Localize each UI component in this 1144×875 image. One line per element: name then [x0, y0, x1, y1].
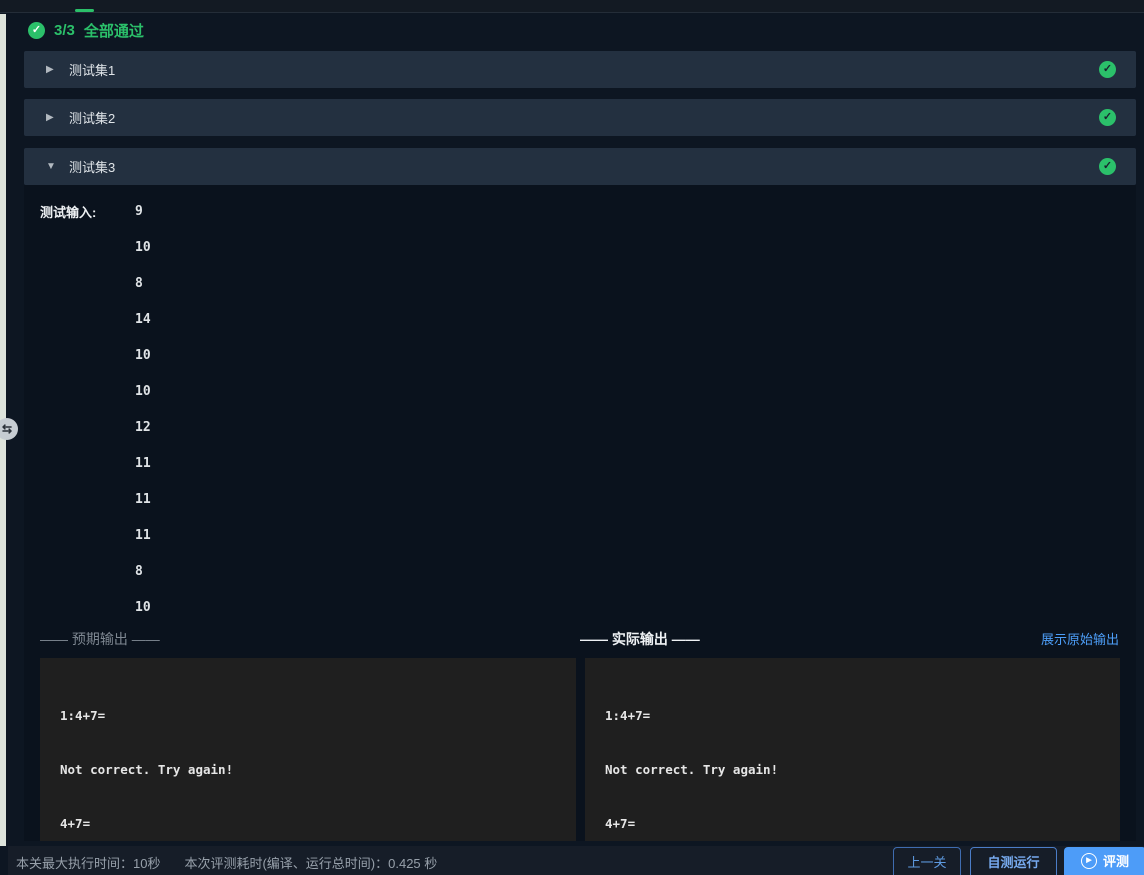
- input-value: 10: [135, 384, 151, 399]
- evaluate-button-label: 评测: [1102, 854, 1129, 869]
- evaluate-button[interactable]: ▶ 评测: [1064, 847, 1144, 875]
- output-line: 1:4+7=: [605, 708, 651, 723]
- footer-bar: 本关最大执行时间：10秒 本次评测耗时(编译、运行总时间)：0.425 秒 上一关…: [8, 846, 1144, 875]
- chevron-right-icon: ▶: [46, 112, 54, 123]
- pass-score: 3/3: [54, 21, 75, 39]
- show-raw-output-link[interactable]: 展示原始输出: [1041, 629, 1119, 648]
- tab-strip: [0, 0, 1144, 13]
- test-set-title: 测试集3: [69, 160, 116, 175]
- input-value: 8: [135, 276, 143, 291]
- actual-output-block[interactable]: 1:4+7= Not correct. Try again! 4+7= Not …: [585, 658, 1120, 841]
- pass-label: 全部通过: [83, 22, 144, 40]
- actual-output-header: —— 实际输出 ——: [580, 631, 700, 647]
- output-line: 1:4+7=: [60, 708, 106, 723]
- input-value: 11: [135, 528, 151, 543]
- active-tab-indicator: [75, 9, 94, 12]
- input-value: 14: [135, 312, 151, 327]
- input-value: 10: [135, 348, 151, 363]
- input-value: 8: [135, 564, 143, 579]
- test-set-title: 测试集2: [69, 111, 116, 126]
- chevron-down-icon: ▼: [46, 161, 56, 172]
- play-circle-icon: ▶: [1080, 853, 1097, 869]
- input-value: 11: [135, 456, 151, 471]
- output-line: 4+7=: [60, 816, 91, 831]
- input-value: 9: [135, 204, 143, 219]
- check-circle-icon: ✓: [28, 21, 45, 39]
- timing-info: 本关最大执行时间：10秒 本次评测耗时(编译、运行总时间)：0.425 秒: [16, 853, 437, 872]
- test-set-title: 测试集1: [69, 63, 116, 78]
- chevron-right-icon: ▶: [46, 64, 54, 75]
- output-line: Not correct. Try again!: [60, 762, 234, 777]
- eval-time: 本次评测耗时(编译、运行总时间)：0.425 秒: [184, 856, 438, 871]
- input-value: 10: [135, 600, 151, 615]
- self-test-run-button[interactable]: 自测运行: [970, 847, 1057, 875]
- max-exec-time: 本关最大执行时间：10秒: [16, 856, 161, 871]
- test-set-2-header[interactable]: ▶ 测试集2 ✓: [24, 99, 1136, 136]
- test-input-values: 9 10 8 14 10 10 12 11 11 11 8 10: [135, 194, 151, 626]
- panel-resize-toggle-icon[interactable]: ⇆: [0, 418, 18, 440]
- previous-stage-button[interactable]: 上一关: [893, 847, 961, 875]
- input-value: 10: [135, 240, 151, 255]
- expected-output-header: —— 预期输出 ——: [40, 631, 160, 647]
- expected-output-block[interactable]: 1:4+7= Not correct. Try again! 4+7= Not …: [40, 658, 576, 841]
- test-input-label: 测试输入:: [40, 205, 97, 220]
- test-set-3-header[interactable]: ▼ 测试集3 ✓: [24, 148, 1136, 185]
- pass-badge-icon: ✓: [1099, 61, 1116, 78]
- output-line: 4+7=: [605, 816, 636, 831]
- input-value: 11: [135, 492, 151, 507]
- test-result-screen: ⇆ ✓ 3/3 全部通过 ▶ 测试集1 ✓ ▶ 测试集2 ✓ ▼ 测试集3 ✓ …: [0, 0, 1144, 875]
- pass-badge-icon: ✓: [1099, 158, 1116, 175]
- test-set-1-header[interactable]: ▶ 测试集1 ✓: [24, 51, 1136, 88]
- pass-status: ✓ 3/3 全部通过: [28, 20, 144, 40]
- output-line: Not correct. Try again!: [605, 762, 779, 777]
- input-value: 12: [135, 420, 151, 435]
- test-set-3-detail: 测试输入: 9 10 8 14 10 10 12 11 11 11 8 10 —…: [24, 185, 1136, 841]
- pass-badge-icon: ✓: [1099, 109, 1116, 126]
